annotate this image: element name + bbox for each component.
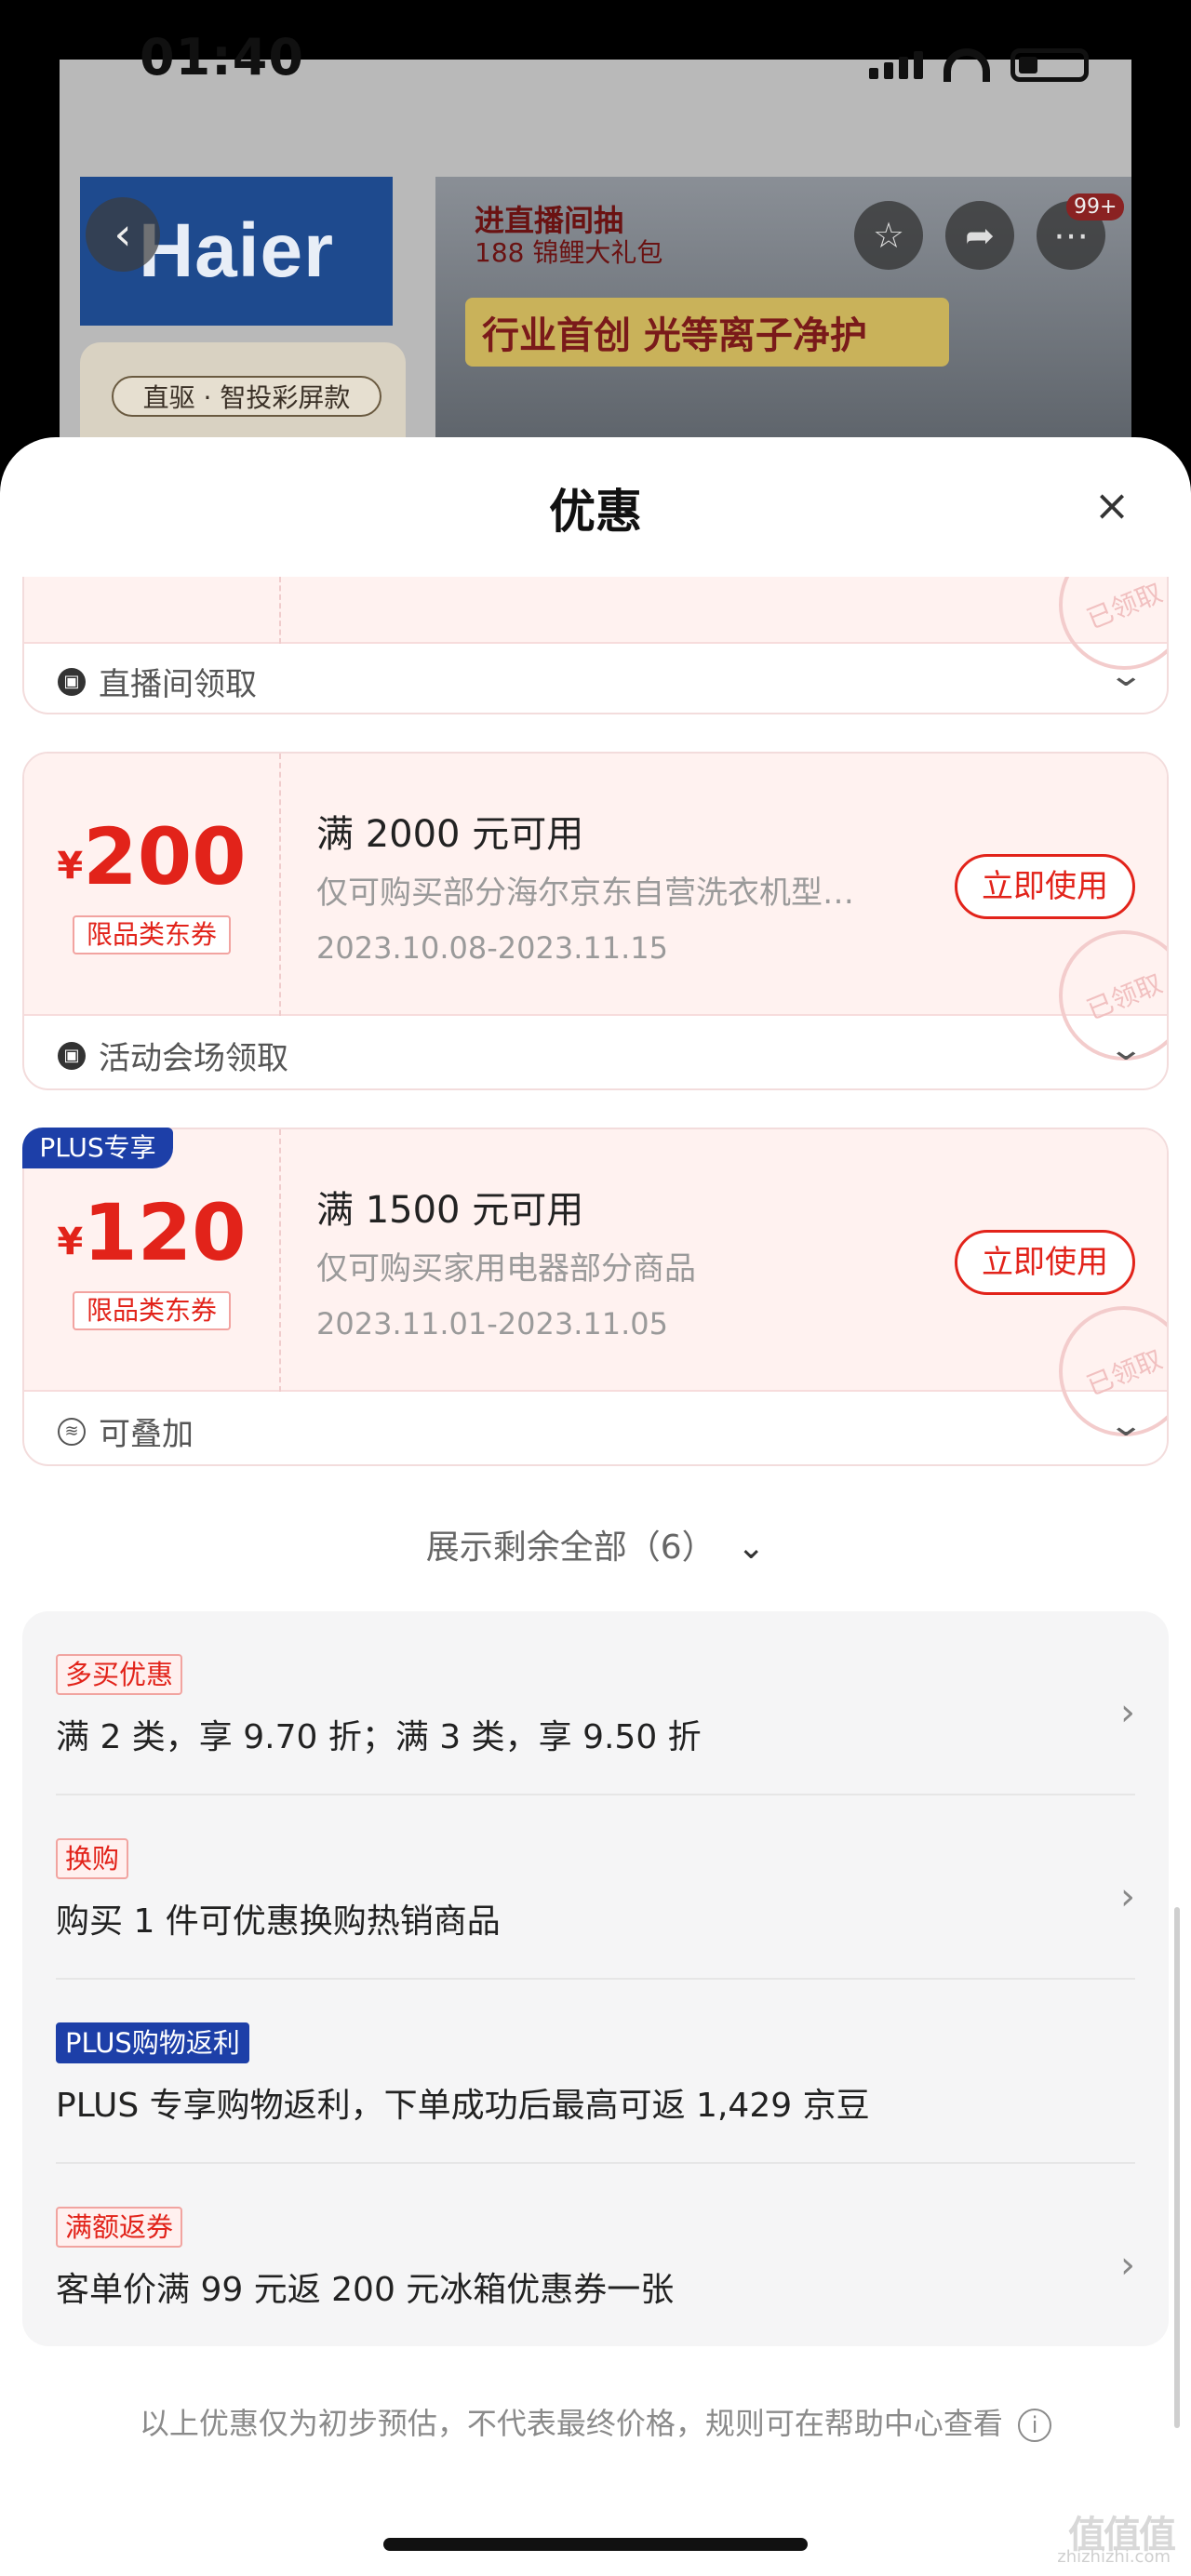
product-variant-chip: 直驱 · 智投彩屏款 (112, 376, 381, 417)
signal-icon (869, 51, 923, 79)
back-button[interactable]: ‹ (86, 197, 160, 272)
status-icons (869, 48, 1089, 82)
coupon-amount: ¥120 (24, 1187, 279, 1278)
disclaimer-text: 以上优惠仅为初步预估，不代表最终价格，规则可在帮助中心查看 (139, 2406, 1003, 2441)
discount-sheet: 优惠 × 已领取 ▣ 直播间领取 ⌄ ¥200 限品类东券 满 2000 元可用… (0, 437, 1191, 2576)
coupon-footer[interactable]: ▣ 直播间领取 (58, 659, 257, 704)
coupon-validity: 2023.10.08-2023.11.15 (316, 930, 668, 966)
coupon-type-tag: 限品类东券 (73, 1291, 231, 1330)
coupon-divider (279, 1129, 281, 1392)
promotion-row[interactable]: 多买优惠 满 2 类，享 9.70 折；满 3 类，享 9.50 折 › (56, 1611, 1135, 1795)
currency-symbol: ¥ (57, 1221, 84, 1263)
coupon-description: 仅可购买部分海尔京东自营洗衣机型… (316, 874, 854, 912)
coupon-description: 仅可购买家用电器部分商品 (316, 1250, 696, 1288)
coupon-validity: 2023.11.01-2023.11.05 (316, 1306, 668, 1341)
coupon-value: 200 (83, 811, 247, 902)
wifi-icon (943, 48, 990, 82)
coupon-footer[interactable]: ≋ 可叠加 (58, 1408, 194, 1454)
sheet-title: 优惠 (549, 485, 642, 539)
currency-symbol: ¥ (57, 845, 84, 888)
watermark-url: zhizhizhi.com (1057, 2547, 1171, 2567)
coupon-condition: 满 1500 元可用 (316, 1189, 584, 1232)
show-remaining-toggle[interactable]: 展示剩余全部（6） ⌄ (0, 1520, 1191, 1568)
coupon-divider (279, 754, 281, 1016)
promotion-text: 满 2 类，享 9.70 折；满 3 类，享 9.50 折 (56, 1718, 702, 1756)
promotion-text: 购买 1 件可优惠换购热销商品 (56, 1902, 501, 1941)
chevron-right-icon: › (1120, 2244, 1135, 2287)
promotion-tag: 换购 (56, 1838, 129, 1879)
disclaimer: 以上优惠仅为初步预估，不代表最终价格，规则可在帮助中心查看 i (0, 2400, 1191, 2443)
promotion-tag: PLUS购物返利 (56, 2022, 249, 2063)
coupon-condition: 满 2000 元可用 (316, 813, 584, 856)
coupon-divider (279, 577, 281, 644)
coupon-value: 120 (83, 1187, 247, 1278)
coupon-footer-text: 直播间领取 (99, 666, 257, 703)
promotion-tag: 满额返券 (56, 2207, 183, 2248)
chevron-down-icon: ⌄ (737, 1528, 766, 1567)
message-count-badge: 99+ (1066, 194, 1125, 220)
promotion-row[interactable]: 满额返券 客单价满 99 元返 200 元冰箱优惠券一张 › (56, 2164, 1135, 2348)
chevron-down-icon[interactable]: ⌄ (1107, 1031, 1144, 1068)
promotion-row[interactable]: 换购 购买 1 件可优惠换购热销商品 › (56, 1795, 1135, 1980)
product-slogan-banner: 行业首创 光等离子净护 (465, 298, 949, 367)
coupon-footer[interactable]: ▣ 活动会场领取 (58, 1033, 288, 1078)
coupon-card: ¥200 限品类东券 满 2000 元可用 仅可购买部分海尔京东自营洗衣机型… … (22, 752, 1169, 1090)
coupon-type-tag: 限品类东券 (73, 915, 231, 954)
stack-icon: ≋ (58, 1417, 86, 1446)
use-now-button[interactable]: 立即使用 (955, 1230, 1135, 1295)
share-icon[interactable]: ➦ (945, 201, 1014, 270)
home-indicator[interactable] (383, 2538, 808, 2551)
close-icon[interactable]: × (1089, 482, 1135, 528)
coupon-body (24, 577, 1167, 644)
promotion-text: 客单价满 99 元返 200 元冰箱优惠券一张 (56, 2271, 675, 2309)
plus-exclusive-badge: PLUS专享 (22, 1128, 173, 1168)
scrollbar[interactable] (1174, 1907, 1180, 2428)
promotion-tag: 多买优惠 (56, 1654, 183, 1695)
ticket-icon: ▣ (58, 667, 86, 696)
ticket-icon: ▣ (58, 1041, 86, 1070)
favorite-star-icon[interactable]: ☆ (854, 201, 923, 270)
battery-icon (1010, 48, 1089, 82)
show-remaining-label: 展示剩余全部（6） (425, 1528, 716, 1567)
coupon-card: 已领取 ▣ 直播间领取 ⌄ (22, 577, 1169, 714)
chevron-right-icon: › (1120, 1691, 1135, 1734)
coupon-card: ¥120 限品类东券 满 1500 元可用 仅可购买家用电器部分商品 2023.… (22, 1128, 1169, 1466)
live-promo-line2: 188 锦鲤大礼包 (475, 237, 663, 268)
status-time: 01:40 (140, 28, 304, 87)
info-icon[interactable]: i (1018, 2409, 1052, 2442)
chevron-right-icon: › (1120, 1875, 1135, 1918)
use-now-button[interactable]: 立即使用 (955, 854, 1135, 919)
coupon-footer-text: 可叠加 (99, 1416, 194, 1453)
promotion-text: PLUS 专享购物返利，下单成功后最高可返 1,429 京豆 (56, 2087, 870, 2125)
chevron-down-icon[interactable]: ⌄ (1107, 657, 1144, 694)
chevron-down-icon[interactable]: ⌄ (1107, 1407, 1144, 1444)
coupon-amount: ¥200 (24, 811, 279, 902)
promotion-row[interactable]: PLUS购物返利 PLUS 专享购物返利，下单成功后最高可返 1,429 京豆 (56, 1980, 1135, 2164)
promotions-panel: 多买优惠 满 2 类，享 9.70 折；满 3 类，享 9.50 折 › 换购 … (22, 1611, 1169, 2346)
coupon-footer-text: 活动会场领取 (99, 1040, 288, 1077)
